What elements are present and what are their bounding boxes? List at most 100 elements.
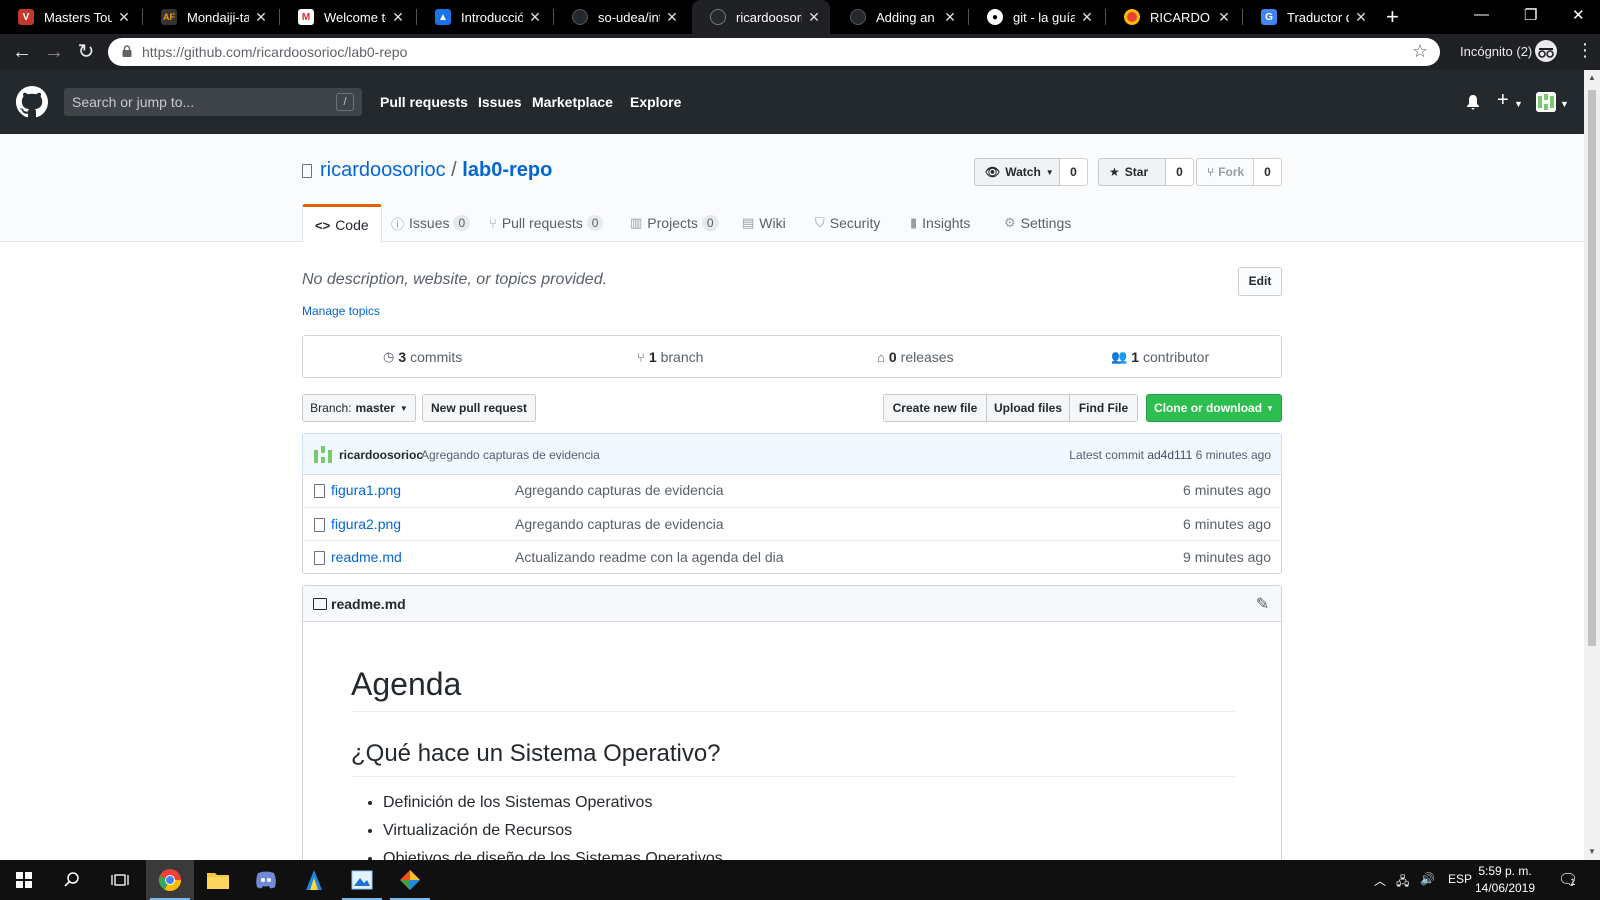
new-tab-button[interactable]: +: [1386, 4, 1399, 30]
tab-close-icon[interactable]: ✕: [116, 9, 132, 26]
bell-icon[interactable]: [1466, 94, 1480, 110]
taskbar-clock[interactable]: 5:59 p. m. 14/06/2019: [1470, 863, 1540, 897]
search-input[interactable]: [72, 92, 332, 112]
nav-issues[interactable]: Issues: [478, 94, 522, 110]
watch-button[interactable]: 👁 Watch ▼: [974, 158, 1060, 186]
browser-tab[interactable]: so-udea/intre ✕: [554, 0, 688, 34]
browser-tab[interactable]: V Masters Tour ✕: [0, 0, 140, 34]
scroll-thumb[interactable]: [1588, 90, 1596, 646]
github-search[interactable]: /: [64, 88, 362, 116]
watch-count[interactable]: 0: [1060, 158, 1088, 186]
latest-commit-info: Latest commit ad4d111 6 minutes ago: [1069, 448, 1271, 462]
create-new-file-button[interactable]: Create new file: [883, 394, 987, 422]
pencil-icon[interactable]: ✎: [1256, 594, 1269, 614]
contributors-link[interactable]: 👥 1 contributor: [1111, 349, 1209, 365]
manage-topics-link[interactable]: Manage topics: [302, 304, 380, 318]
input-language[interactable]: ESP: [1448, 872, 1472, 886]
reload-icon[interactable]: ↻: [74, 40, 98, 64]
tab-code[interactable]: <> Code: [302, 204, 382, 243]
avatar[interactable]: [313, 445, 333, 465]
commit-author-link[interactable]: ricardoosorioc: [339, 448, 423, 462]
tab-security[interactable]: ⛉ Security: [815, 204, 880, 242]
browser-tab[interactable]: G Traductor de ✕: [1243, 0, 1377, 34]
incognito-icon[interactable]: [1535, 40, 1557, 62]
new-pull-request-button[interactable]: New pull request: [422, 394, 536, 422]
window-close-icon[interactable]: ✕: [1572, 6, 1585, 24]
browser-tab[interactable]: RICARDO OS ✕: [1106, 0, 1240, 34]
windows-start-icon[interactable]: [0, 860, 48, 900]
tab-projects[interactable]: ▥ Projects 0: [630, 204, 719, 242]
tab-issues[interactable]: ⓘ Issues 0: [391, 204, 471, 242]
fork-count[interactable]: 0: [1254, 158, 1282, 186]
notification-center-icon[interactable]: 🗨1: [1558, 870, 1578, 890]
find-file-button[interactable]: Find File: [1069, 394, 1138, 422]
tab-close-icon[interactable]: ✕: [1079, 9, 1095, 26]
clone-or-download-button[interactable]: Clone or download ▼: [1146, 394, 1282, 422]
browser-tab[interactable]: M Welcome to S ✕: [280, 0, 414, 34]
upload-files-button[interactable]: Upload files: [986, 394, 1070, 422]
fork-button[interactable]: ⑂ Fork: [1196, 158, 1254, 186]
repo-owner-link[interactable]: ricardoosorioc: [320, 159, 446, 181]
file-name-link[interactable]: readme.md: [331, 549, 402, 565]
scroll-up-icon[interactable]: ▲: [1584, 70, 1600, 86]
tab-insights[interactable]: ▮ Insights: [910, 204, 970, 242]
minimize-icon[interactable]: —: [1474, 6, 1489, 23]
scroll-down-icon[interactable]: ▼: [1584, 844, 1600, 860]
nav-pull-requests[interactable]: Pull requests: [380, 94, 468, 110]
releases-link[interactable]: ⌂ 0 releases: [877, 349, 954, 365]
tab-close-icon[interactable]: ✕: [527, 9, 543, 26]
commit-sha-link[interactable]: ad4d111: [1147, 448, 1192, 462]
browser-tab[interactable]: AF Mondaiji-tach ✕: [143, 0, 277, 34]
forward-icon[interactable]: →: [42, 40, 66, 64]
file-commit-message-link[interactable]: Agregando capturas de evidencia: [515, 516, 724, 532]
app-taskbar-icon[interactable]: [290, 860, 338, 900]
edit-description-button[interactable]: Edit: [1238, 267, 1282, 296]
star-button[interactable]: ★ Star: [1098, 158, 1166, 186]
commit-message-link[interactable]: Agregando capturas de evidencia: [421, 448, 600, 462]
browser-tab-active[interactable]: ricardoosorio ✕: [692, 0, 830, 34]
chrome-taskbar-icon[interactable]: [146, 860, 194, 900]
git-app-icon[interactable]: [386, 860, 434, 900]
file-name-link[interactable]: figura2.png: [331, 516, 401, 532]
page-scrollbar[interactable]: ▲ ▼: [1584, 70, 1600, 860]
back-icon[interactable]: ←: [10, 40, 34, 64]
tab-close-icon[interactable]: ✕: [664, 9, 680, 26]
nav-marketplace[interactable]: Marketplace: [532, 94, 613, 110]
nav-explore[interactable]: Explore: [630, 94, 681, 110]
branches-link[interactable]: ⑂ 1 branch: [637, 349, 703, 365]
tab-close-icon[interactable]: ✕: [806, 9, 822, 26]
tab-close-icon[interactable]: ✕: [1353, 9, 1369, 26]
branch-select-button[interactable]: Branch: master ▼: [302, 394, 416, 422]
commits-link[interactable]: ◷ 3 commits: [383, 349, 462, 365]
task-view-icon[interactable]: [96, 860, 144, 900]
browser-menu-icon[interactable]: ⋮: [1576, 40, 1594, 61]
avatar[interactable]: [1536, 92, 1556, 112]
github-logo-icon[interactable]: [16, 86, 48, 118]
network-icon[interactable]: 🖧: [1396, 872, 1409, 893]
file-explorer-icon[interactable]: [194, 860, 242, 900]
create-new-icon[interactable]: +: [1497, 89, 1509, 112]
image-viewer-icon[interactable]: [338, 860, 386, 900]
file-commit-message-link[interactable]: Actualizando readme con la agenda del di…: [515, 549, 784, 565]
tab-wiki[interactable]: ▤ Wiki: [742, 204, 786, 242]
tab-pull-requests[interactable]: ⑂ Pull requests 0: [489, 204, 604, 242]
tab-close-icon[interactable]: ✕: [942, 9, 958, 26]
tab-close-icon[interactable]: ✕: [390, 9, 406, 26]
bookmark-star-icon[interactable]: ☆: [1412, 41, 1428, 62]
volume-icon[interactable]: 🔊: [1420, 872, 1435, 886]
search-icon[interactable]: [48, 860, 96, 900]
browser-tab[interactable]: Adding an ex ✕: [832, 0, 966, 34]
address-bar[interactable]: https://github.com/ricardoosorioc/lab0-r…: [108, 38, 1440, 66]
repo-name-link[interactable]: lab0-repo: [462, 159, 552, 181]
chevron-up-icon[interactable]: ︿: [1374, 872, 1386, 889]
browser-tab[interactable]: ● git - la guía s ✕: [969, 0, 1103, 34]
tab-close-icon[interactable]: ✕: [1216, 9, 1232, 26]
browser-tab[interactable]: ▲ Introducción ✕: [417, 0, 551, 34]
file-name-link[interactable]: figura1.png: [331, 482, 401, 498]
tab-close-icon[interactable]: ✕: [253, 9, 269, 26]
star-count[interactable]: 0: [1166, 158, 1194, 186]
file-commit-message-link[interactable]: Agregando capturas de evidencia: [515, 482, 724, 498]
restore-icon[interactable]: ❐: [1524, 6, 1537, 24]
discord-icon[interactable]: [242, 860, 290, 900]
tab-settings[interactable]: ⚙ Settings: [1004, 204, 1071, 242]
